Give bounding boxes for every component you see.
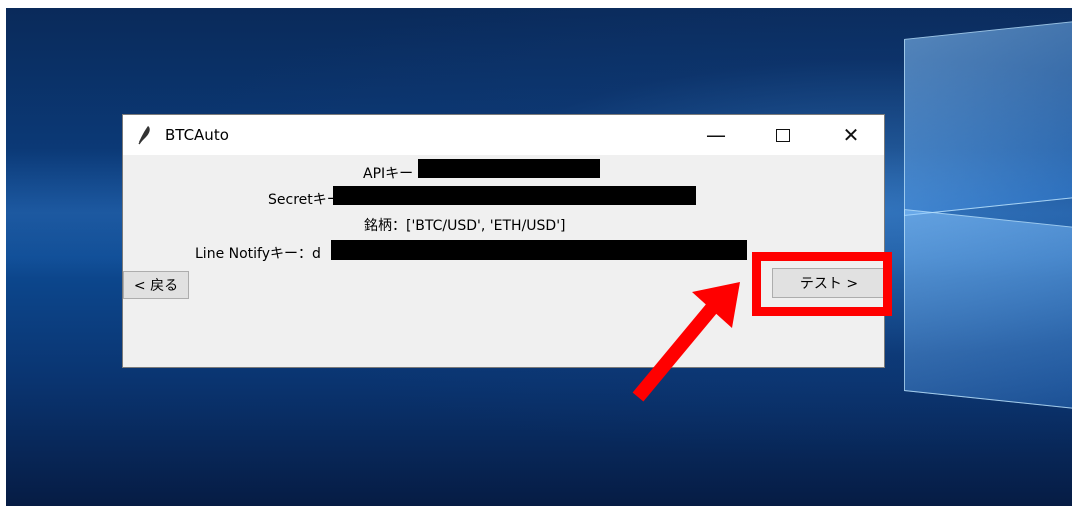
back-button[interactable]: < 戻る <box>123 271 189 299</box>
symbols-text: 銘柄：['BTC/USD', 'ETH/USD'] <box>364 218 566 234</box>
wallpaper-logo-pane-bottom <box>904 208 1072 410</box>
api-key-label: APIキー <box>363 166 414 182</box>
secret-key-label: Secretキー <box>268 192 341 208</box>
line-notify-label: Line Notifyキー：d <box>195 246 321 262</box>
window-title: BTCAuto <box>165 126 229 144</box>
line-notify-redaction <box>331 240 747 260</box>
api-key-redaction <box>418 159 600 178</box>
maximize-button[interactable] <box>760 115 806 155</box>
close-icon: ✕ <box>842 123 860 147</box>
feather-icon <box>138 126 150 145</box>
minimize-icon: — <box>706 123 726 147</box>
maximize-icon <box>776 128 790 142</box>
arrow-annotation-icon <box>632 282 740 402</box>
title-bar[interactable]: BTCAuto — ✕ <box>123 115 884 155</box>
minimize-button[interactable]: — <box>693 115 739 155</box>
wallpaper-logo-pane-top <box>904 20 1072 217</box>
secret-key-redaction <box>333 186 696 205</box>
app-window: BTCAuto — ✕ APIキー Secretキー 銘柄：['BTC/USD'… <box>122 114 886 368</box>
annotation-highlight-box <box>752 252 892 316</box>
close-button[interactable]: ✕ <box>828 115 874 155</box>
